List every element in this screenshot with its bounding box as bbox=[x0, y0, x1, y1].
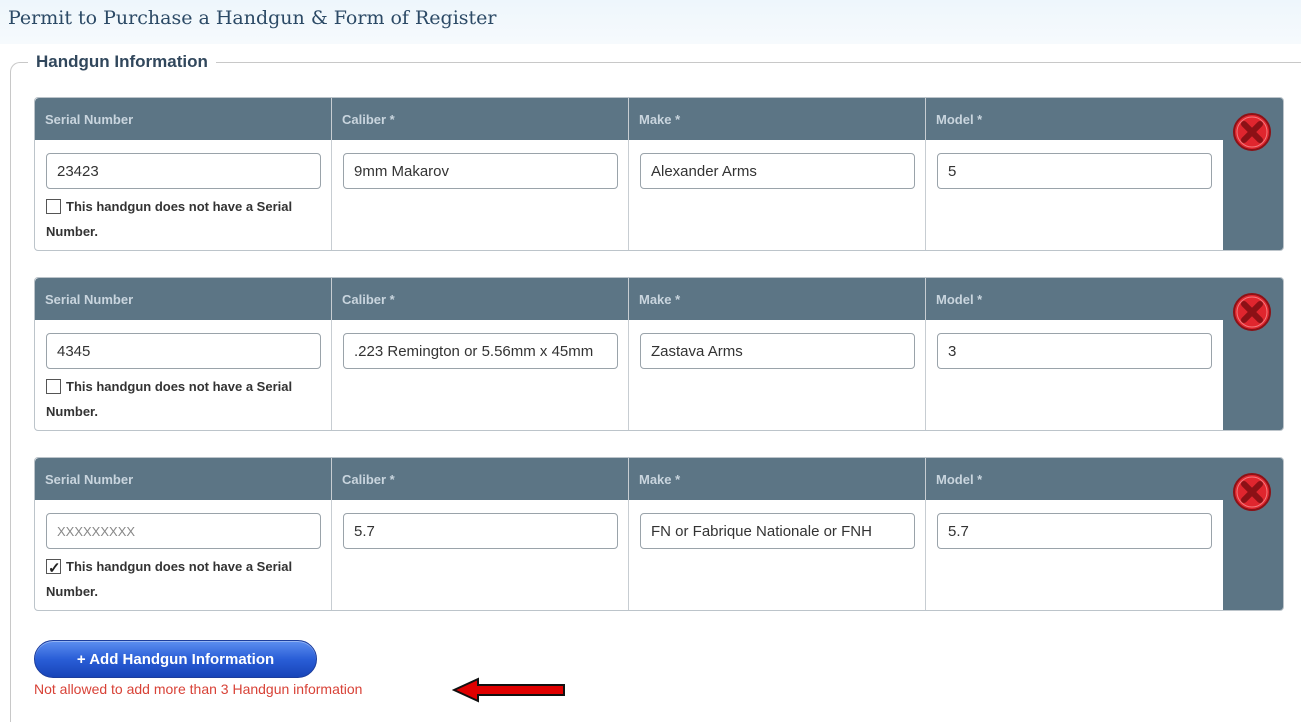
column-divider bbox=[628, 278, 629, 430]
header-make: Make * bbox=[639, 292, 681, 307]
make-input[interactable] bbox=[640, 333, 915, 369]
header-caliber: Caliber * bbox=[342, 292, 395, 307]
left-arrow-icon bbox=[452, 677, 565, 703]
close-circle-icon bbox=[1233, 473, 1271, 511]
serial-number-input[interactable] bbox=[46, 333, 321, 369]
header-model: Model * bbox=[936, 472, 983, 487]
model-input[interactable] bbox=[937, 153, 1212, 189]
close-circle-icon bbox=[1233, 293, 1271, 331]
header-serial-number: Serial Number bbox=[45, 292, 134, 307]
no-serial-checkbox[interactable] bbox=[46, 199, 61, 214]
handgun-row: Serial Number Caliber * Make * Model * T… bbox=[34, 457, 1284, 611]
column-divider bbox=[331, 458, 332, 610]
header-serial-number: Serial Number bbox=[45, 112, 134, 127]
delete-handgun-button[interactable] bbox=[1230, 470, 1274, 514]
column-divider bbox=[628, 98, 629, 250]
handgun-row: Serial Number Caliber * Make * Model * T… bbox=[34, 97, 1284, 251]
no-serial-number-option: This handgun does not have a Serial Numb… bbox=[46, 374, 326, 424]
make-input[interactable] bbox=[640, 153, 915, 189]
column-divider bbox=[331, 98, 332, 250]
no-serial-checkbox[interactable] bbox=[46, 379, 61, 394]
delete-handgun-button[interactable] bbox=[1230, 110, 1274, 154]
error-message: Not allowed to add more than 3 Handgun i… bbox=[34, 681, 363, 697]
serial-number-input[interactable] bbox=[46, 153, 321, 189]
no-serial-label: This handgun does not have a Serial Numb… bbox=[46, 379, 293, 419]
make-input[interactable] bbox=[640, 513, 915, 549]
table-header: Serial Number Caliber * Make * Model * bbox=[35, 458, 1223, 500]
page-title: Permit to Purchase a Handgun & Form of R… bbox=[8, 7, 497, 29]
column-divider bbox=[925, 98, 926, 250]
no-serial-label: This handgun does not have a Serial Numb… bbox=[46, 559, 293, 599]
no-serial-number-option: This handgun does not have a Serial Numb… bbox=[46, 194, 326, 244]
table-header: Serial Number Caliber * Make * Model * bbox=[35, 98, 1223, 140]
page-header: Permit to Purchase a Handgun & Form of R… bbox=[0, 0, 1301, 44]
caliber-input[interactable] bbox=[343, 153, 618, 189]
header-make: Make * bbox=[639, 472, 681, 487]
caliber-input[interactable] bbox=[343, 513, 618, 549]
handgun-row: Serial Number Caliber * Make * Model * T… bbox=[34, 277, 1284, 431]
header-make: Make * bbox=[639, 112, 681, 127]
model-input[interactable] bbox=[937, 333, 1212, 369]
header-model: Model * bbox=[936, 292, 983, 307]
table-header: Serial Number Caliber * Make * Model * bbox=[35, 278, 1223, 320]
column-divider bbox=[925, 458, 926, 610]
header-caliber: Caliber * bbox=[342, 472, 395, 487]
header-serial-number: Serial Number bbox=[45, 472, 134, 487]
column-divider bbox=[925, 278, 926, 430]
serial-number-input[interactable] bbox=[46, 513, 321, 549]
caliber-input[interactable] bbox=[343, 333, 618, 369]
close-circle-icon bbox=[1233, 113, 1271, 151]
column-divider bbox=[331, 278, 332, 430]
no-serial-checkbox[interactable] bbox=[46, 556, 61, 581]
add-handgun-button[interactable]: + Add Handgun Information bbox=[34, 640, 317, 678]
no-serial-number-option: This handgun does not have a Serial Numb… bbox=[46, 554, 326, 604]
fieldset-legend: Handgun Information bbox=[28, 52, 216, 72]
column-divider bbox=[628, 458, 629, 610]
delete-handgun-button[interactable] bbox=[1230, 290, 1274, 334]
no-serial-label: This handgun does not have a Serial Numb… bbox=[46, 199, 293, 239]
header-model: Model * bbox=[936, 112, 983, 127]
header-caliber: Caliber * bbox=[342, 112, 395, 127]
model-input[interactable] bbox=[937, 513, 1212, 549]
